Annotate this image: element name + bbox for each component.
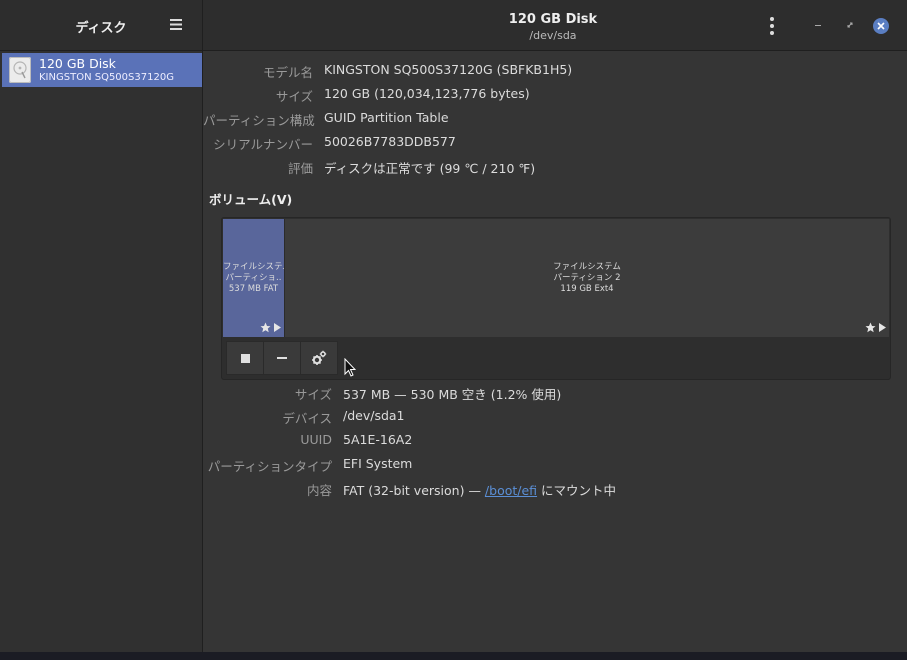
disk-name: 120 GB Disk	[39, 56, 116, 71]
volumes-heading: ボリューム(V)	[209, 192, 293, 207]
minus-icon	[277, 357, 287, 359]
contents-suffix: にマウント中	[537, 483, 617, 498]
vertical-ellipsis-icon	[770, 17, 774, 35]
size-label: サイズ	[275, 89, 313, 104]
contents-prefix: FAT (32-bit version) —	[343, 483, 485, 498]
partition-type-value: EFI System	[343, 456, 413, 471]
delete-partition-button[interactable]	[264, 341, 301, 375]
minimize-icon	[815, 25, 821, 26]
uuid-label: UUID	[300, 432, 332, 447]
volume-toolbar	[226, 341, 338, 375]
partition-2-line3: 119 GB Ext4	[560, 284, 614, 294]
desktop-background-strip	[0, 652, 907, 660]
partition-2-line1: ファイルシステム	[553, 262, 621, 272]
disk-details: モデル名 KINGSTON SQ500S37120G (SBFKB1H5) サイ…	[203, 51, 907, 652]
disks-window: ディスク 120 GB Disk /dev/sda 120 GB Disk KI…	[0, 0, 907, 652]
close-button[interactable]	[873, 18, 889, 34]
maximize-button[interactable]	[841, 16, 859, 34]
stop-icon	[240, 353, 250, 363]
header-bar: ディスク 120 GB Disk /dev/sda	[0, 0, 907, 51]
partition-1-line1: ファイルシステム	[223, 262, 284, 272]
partition-bar: ファイルシステム パーティショ.. 537 MB FAT ファイルシステム パー…	[223, 219, 889, 337]
stop-button[interactable]	[226, 341, 264, 375]
star-icon	[260, 322, 271, 333]
partition-2-icons	[865, 322, 886, 333]
disk-menu-button[interactable]	[762, 16, 782, 36]
serial-label: シリアルナンバー	[213, 137, 313, 152]
part-size-label: サイズ	[294, 387, 332, 402]
maximize-icon	[847, 22, 853, 28]
partition-type-label: パーティションタイプ	[207, 459, 332, 474]
play-icon	[879, 323, 886, 332]
drive-icon	[9, 57, 31, 83]
contents-value: FAT (32-bit version) — /boot/efi にマウント中	[343, 480, 616, 499]
star-icon	[865, 322, 876, 333]
uuid-value: 5A1E-16A2	[343, 432, 413, 447]
window-subtitle: /dev/sda	[529, 29, 577, 42]
partition-options-button[interactable]	[301, 341, 338, 375]
app-menu-button[interactable]	[166, 14, 186, 34]
device-label: デバイス	[282, 411, 332, 426]
serial-value: 50026B7783DDB577	[324, 134, 456, 149]
partition-2[interactable]: ファイルシステム パーティション 2 119 GB Ext4	[285, 219, 889, 337]
partitioning-label: パーティション構成	[203, 113, 315, 128]
minimize-button[interactable]	[809, 16, 827, 34]
partition-1-icons	[260, 322, 281, 333]
mouse-pointer-icon	[344, 357, 357, 381]
hamburger-menu-icon	[170, 18, 182, 30]
partition-1-line3: 537 MB FAT	[228, 284, 279, 294]
partition-1[interactable]: ファイルシステム パーティショ.. 537 MB FAT	[223, 219, 285, 337]
partitioning-value: GUID Partition Table	[324, 110, 449, 125]
gears-icon	[312, 350, 327, 365]
partition-2-line2: パーティション 2	[553, 273, 621, 283]
assessment-label: 評価	[287, 161, 313, 176]
disk-model: KINGSTON SQ500S37120G	[39, 72, 174, 83]
play-icon	[274, 323, 281, 332]
sidebar-header: ディスク	[0, 0, 203, 50]
sidebar-item-disk[interactable]: 120 GB Disk KINGSTON SQ500S37120G	[2, 53, 202, 87]
contents-label: 内容	[306, 483, 332, 498]
model-label: モデル名	[262, 65, 313, 80]
size-value: 120 GB (120,034,123,776 bytes)	[324, 86, 530, 101]
model-value: KINGSTON SQ500S37120G (SBFKB1H5)	[324, 62, 573, 77]
disk-sidebar: 120 GB Disk KINGSTON SQ500S37120G	[0, 51, 203, 652]
device-value: /dev/sda1	[343, 408, 405, 423]
window-title: 120 GB Disk	[508, 12, 598, 27]
volume-graph: ファイルシステム パーティショ.. 537 MB FAT ファイルシステム パー…	[221, 217, 891, 380]
assessment-value: ディスクは正常です (99 ℃ / 210 ℉)	[324, 161, 536, 176]
partition-1-line2: パーティショ..	[225, 273, 282, 283]
mount-point-link[interactable]: /boot/efi	[485, 483, 537, 498]
part-size-value: 537 MB — 530 MB 空き (1.2% 使用)	[343, 387, 562, 402]
close-icon	[877, 22, 885, 30]
